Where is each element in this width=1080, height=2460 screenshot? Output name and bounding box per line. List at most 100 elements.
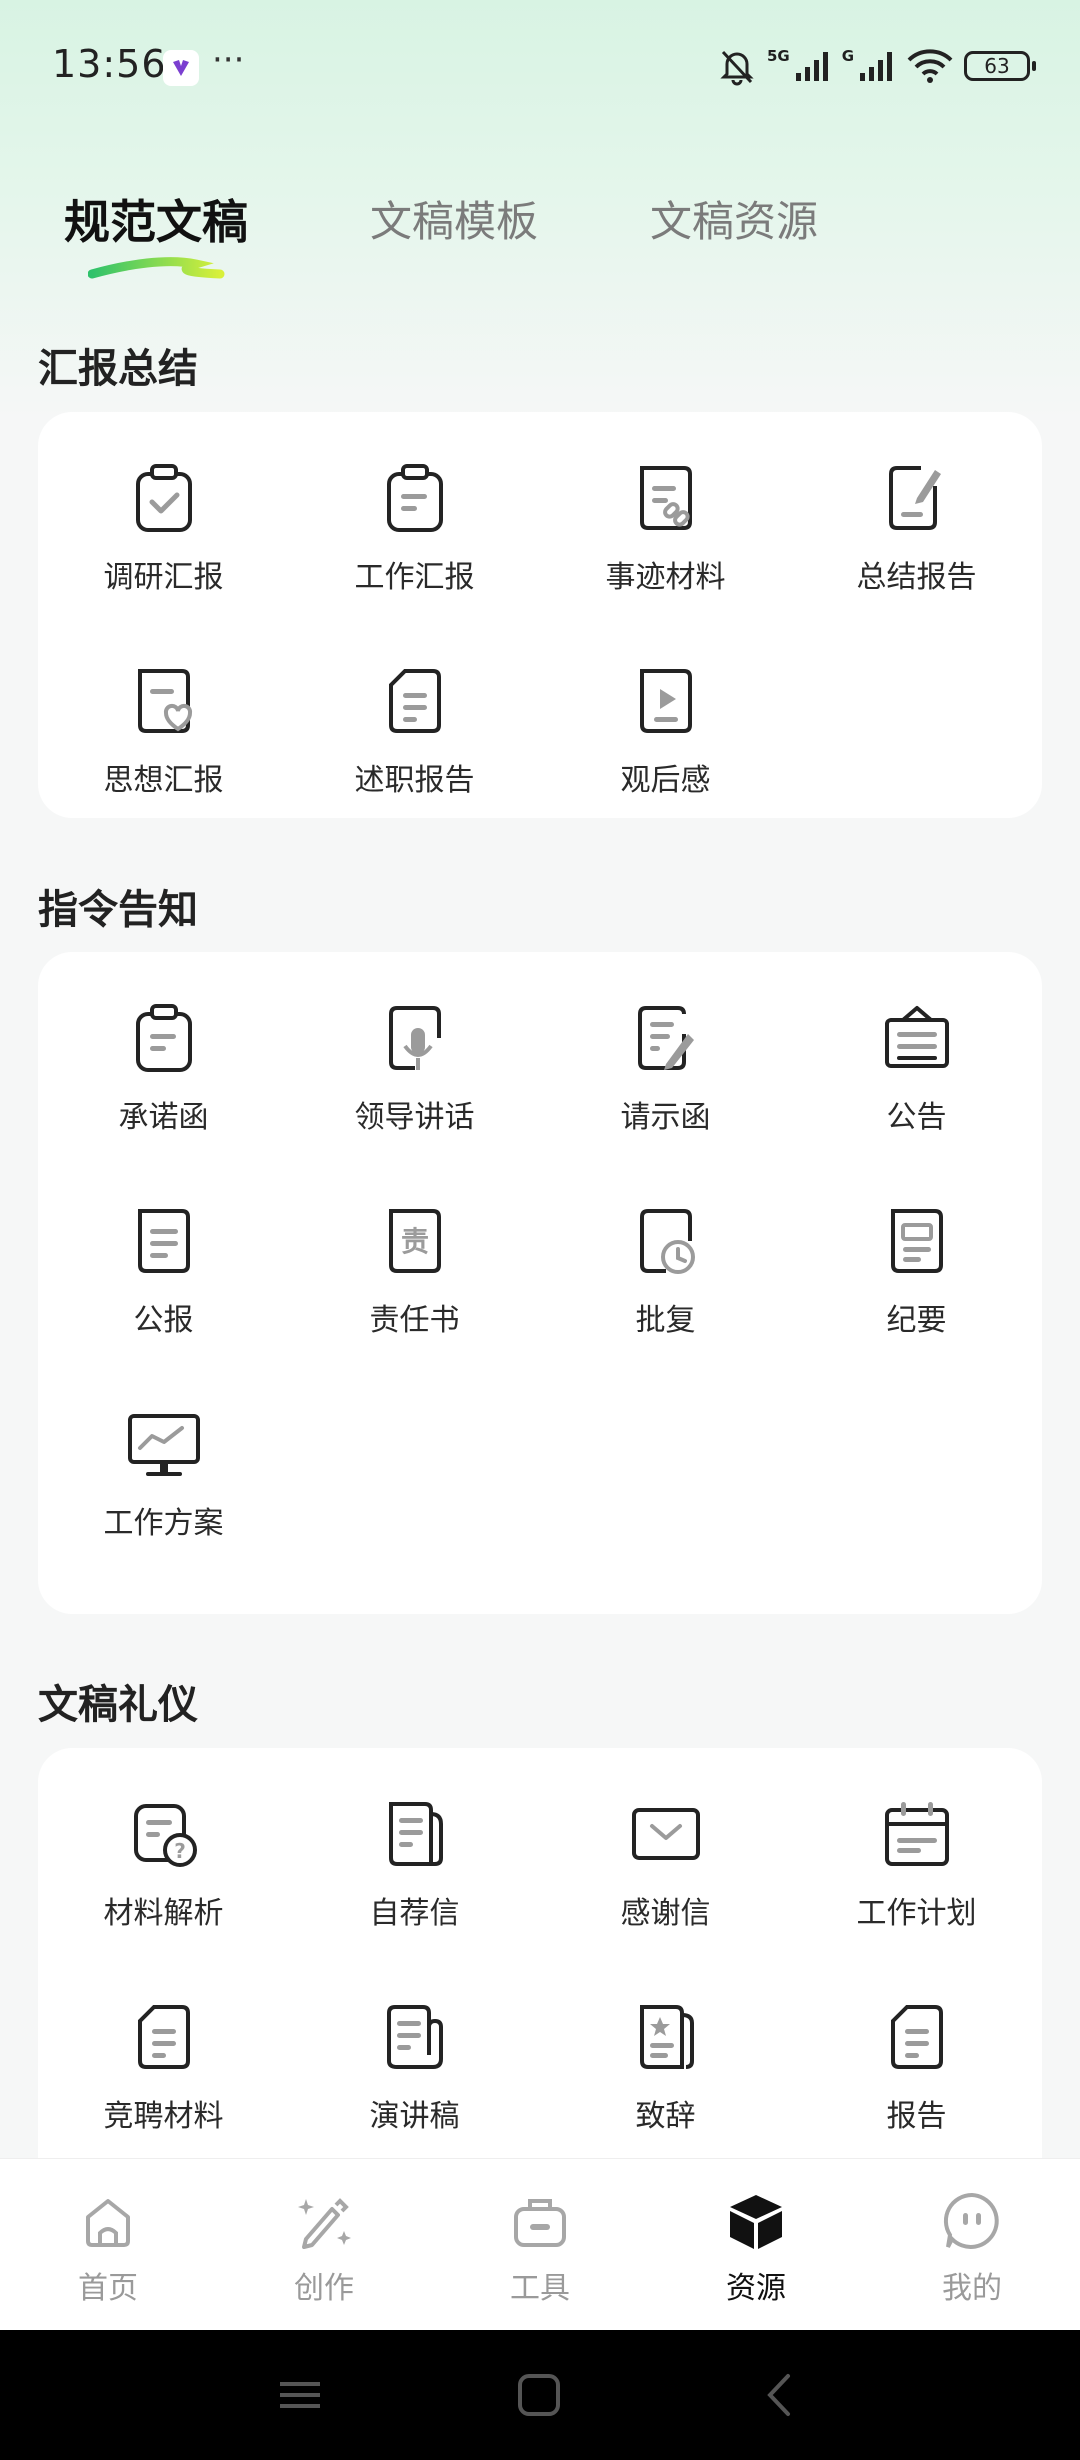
doc-question-icon: ?	[133, 1804, 197, 1867]
doc-type-item[interactable]: 致辞	[540, 1997, 791, 2135]
doc-type-label: 致辞	[635, 2099, 696, 2134]
doc-type-item[interactable]: 请示函	[540, 998, 791, 1136]
doc-type-item[interactable]: 工作方案	[38, 1404, 289, 1542]
doc-box-icon	[890, 1209, 943, 1273]
doc-type-item[interactable]: ? 材料解析	[38, 1794, 289, 1932]
doc-type-label: 思想汇报	[103, 763, 224, 798]
doc-type-label: 自荐信	[369, 1896, 460, 1931]
system-nav-bar	[0, 2330, 1080, 2460]
doc-type-label: 公报	[133, 1303, 194, 1338]
nav-create-label: 创作	[294, 2271, 354, 2306]
doc-type-item[interactable]: 责责任书	[289, 1201, 540, 1339]
doc-stack-icon	[388, 1802, 443, 1866]
doc-type-item[interactable]: 公报	[38, 1201, 289, 1339]
doc-type-label: 感谢信	[620, 1896, 711, 1931]
doc-type-label: 请示函	[620, 1100, 711, 1135]
doc-fold-icon	[388, 669, 441, 733]
doc-type-item[interactable]: 演讲稿	[289, 1997, 540, 2135]
microphone-doc-icon	[388, 1006, 441, 1070]
doc-type-item[interactable]: 事迹材料	[540, 458, 791, 596]
menu-icon[interactable]	[278, 2370, 322, 2420]
nav-tools-label: 工具	[510, 2271, 570, 2306]
magic-pen-icon	[298, 2198, 351, 2249]
doc-type-item[interactable]: 调研汇报	[38, 458, 289, 596]
signal-5g-icon	[795, 52, 828, 81]
doc-type-item[interactable]: 领导讲话	[289, 998, 540, 1136]
nav-home-label: 首页	[78, 2271, 138, 2306]
app-notification-icon	[163, 50, 199, 86]
doc-type-item[interactable]: 公告	[791, 998, 1042, 1136]
notice-board-icon	[884, 1006, 949, 1068]
network-g-label: G	[841, 47, 854, 65]
svg-text:?: ?	[174, 1839, 186, 1863]
signal-g-icon	[860, 52, 892, 81]
doc-lines-icon	[137, 1209, 190, 1273]
doc-clock-icon	[639, 1209, 695, 1274]
doc-type-item[interactable]: 观后感	[540, 661, 791, 799]
calendar-icon	[884, 1802, 949, 1866]
doc-type-label: 公告	[886, 1100, 947, 1135]
face-icon	[943, 2192, 999, 2249]
nav-profile-label: 我的	[942, 2271, 1002, 2306]
nav-profile[interactable]: 我的	[864, 2189, 1080, 2307]
tab-doc-resources[interactable]: 文稿资源	[650, 188, 818, 249]
section-title: 汇报总结	[38, 346, 198, 392]
doc-type-item[interactable]: 报告	[791, 1997, 1042, 2135]
home-square-icon[interactable]	[516, 2370, 562, 2420]
doc-type-label: 报告	[886, 2099, 947, 2134]
clipboard-check-icon	[135, 464, 192, 532]
cube-icon	[730, 2195, 782, 2249]
tab-doc-templates[interactable]: 文稿模板	[370, 188, 538, 249]
nav-resources[interactable]: 资源	[648, 2189, 864, 2307]
doc-heart-icon	[137, 669, 192, 733]
nav-create[interactable]: 创作	[216, 2189, 432, 2307]
doc-type-item[interactable]: 工作计划	[791, 1794, 1042, 1932]
nav-tools[interactable]: 工具	[432, 2189, 648, 2307]
category-tabs: 规范文稿 文稿模板 文稿资源	[0, 180, 1080, 290]
mute-bell-icon	[720, 50, 754, 86]
doc-type-label: 述职报告	[354, 763, 475, 798]
doc-type-label: 材料解析	[103, 1896, 224, 1931]
doc-type-item[interactable]: 自荐信	[289, 1794, 540, 1932]
doc-type-label: 演讲稿	[369, 2099, 460, 2134]
doc-type-label: 观后感	[620, 763, 711, 798]
doc-type-item[interactable]: 纪要	[791, 1201, 1042, 1339]
doc-type-item[interactable]: 总结报告	[791, 458, 1042, 596]
doc-link-icon	[639, 466, 692, 530]
nav-home[interactable]: 首页	[0, 2189, 216, 2307]
doc-type-item[interactable]: 竞聘材料	[38, 1997, 289, 2135]
doc-star-icon	[639, 2005, 694, 2069]
toolbox-icon	[514, 2199, 566, 2247]
doc-type-label: 调研汇报	[103, 560, 224, 595]
doc-type-item[interactable]: 承诺函	[38, 998, 289, 1136]
home-icon	[86, 2199, 130, 2247]
doc-type-item[interactable]: 批复	[540, 1201, 791, 1339]
responsibility-doc-icon: 责	[388, 1209, 441, 1273]
doc-type-label: 工作计划	[856, 1896, 977, 1931]
bottom-navigation: 首页 创作 工具 资源 我的	[0, 2158, 1080, 2331]
svg-text:责: 责	[400, 1225, 428, 1258]
status-bar: 13:56 ··· 5G G 63	[0, 0, 1080, 135]
section-title: 文稿礼仪	[38, 1682, 198, 1728]
section-card: 承诺函 领导讲话 请示函 公告 公报责责任书 批复 纪要 工作方案	[38, 952, 1042, 1614]
doc-type-label: 竞聘材料	[103, 2099, 224, 2134]
clipboard-lines-icon	[135, 1004, 192, 1072]
doc-type-label: 总结报告	[856, 560, 977, 595]
tab-standard-docs[interactable]: 规范文稿	[64, 186, 248, 252]
doc-type-item[interactable]: 述职报告	[289, 661, 540, 799]
doc-type-label: 事迹材料	[605, 560, 726, 595]
more-notifications-icon: ···	[212, 40, 245, 80]
doc-type-label: 责任书	[369, 1303, 460, 1338]
doc-edit-icon	[637, 1006, 694, 1070]
status-time: 13:56	[52, 42, 167, 86]
section-card: 调研汇报 工作汇报 事迹材料 总结报告思想汇报 述职报告 观后感	[38, 412, 1042, 818]
doc-type-item[interactable]: 思想汇报	[38, 661, 289, 799]
battery-icon: 63	[964, 51, 1036, 81]
doc-type-item[interactable]: 工作汇报	[289, 458, 540, 596]
clipboard-lines-icon	[386, 464, 443, 532]
back-arrow-icon[interactable]	[760, 2370, 796, 2420]
active-tab-indicator	[88, 257, 225, 279]
wifi-icon	[907, 49, 953, 83]
doc-type-label: 批复	[635, 1303, 696, 1338]
doc-type-item[interactable]: 感谢信	[540, 1794, 791, 1932]
